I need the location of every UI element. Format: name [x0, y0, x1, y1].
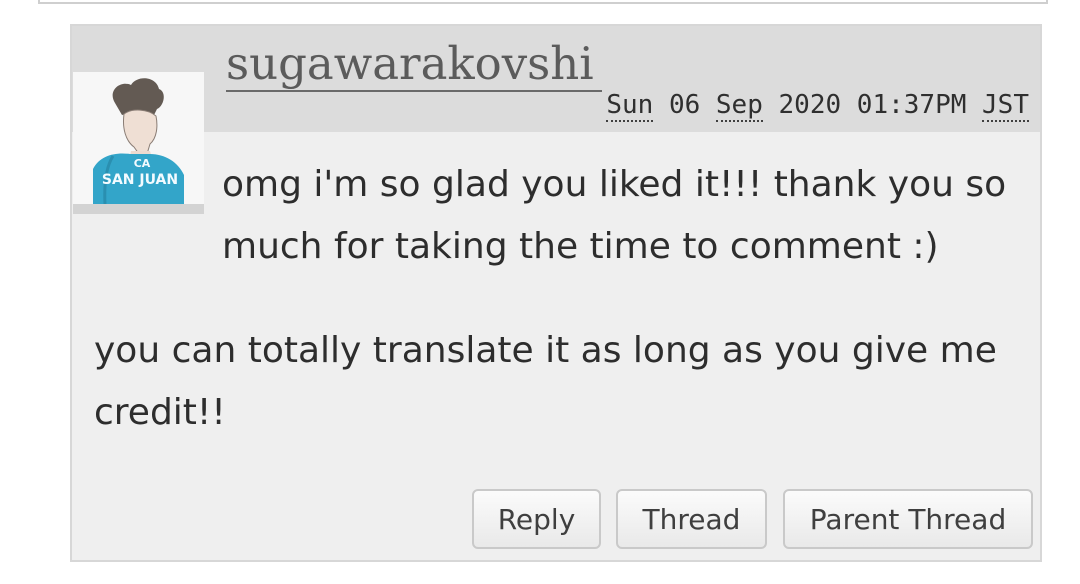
comment-author-link[interactable]: sugawarakovshi: [226, 38, 602, 92]
jersey-text: SAN JUAN: [102, 172, 178, 188]
jersey-text-top: CA: [134, 157, 151, 170]
comment-text-line-2: you can totally translate it as long as …: [94, 330, 997, 433]
month: Sep: [715, 90, 763, 122]
day-of-week: Sun: [606, 90, 654, 122]
day-of-month: 06: [668, 90, 701, 120]
comment-timestamp: Sun 06 Sep 2020 01:37PM JST: [606, 88, 1029, 122]
year-and-time: 2020 01:37PM: [778, 90, 967, 120]
thread-button[interactable]: Thread: [616, 489, 767, 549]
previous-comment-edge: [38, 0, 1048, 4]
comment-header: sugawarakovshi Sun 06 Sep 2020 01:37PM J…: [72, 26, 1040, 132]
user-avatar-icon: CA SAN JUAN: [73, 72, 204, 204]
user-avatar[interactable]: CA SAN JUAN: [73, 72, 204, 214]
timezone: JST: [982, 90, 1029, 122]
reply-button[interactable]: Reply: [472, 489, 601, 549]
comment-card: sugawarakovshi Sun 06 Sep 2020 01:37PM J…: [70, 24, 1042, 562]
parent-thread-button[interactable]: Parent Thread: [783, 489, 1033, 549]
comment-text-line-1: omg i'm so glad you liked it!!! thank yo…: [222, 164, 1007, 267]
